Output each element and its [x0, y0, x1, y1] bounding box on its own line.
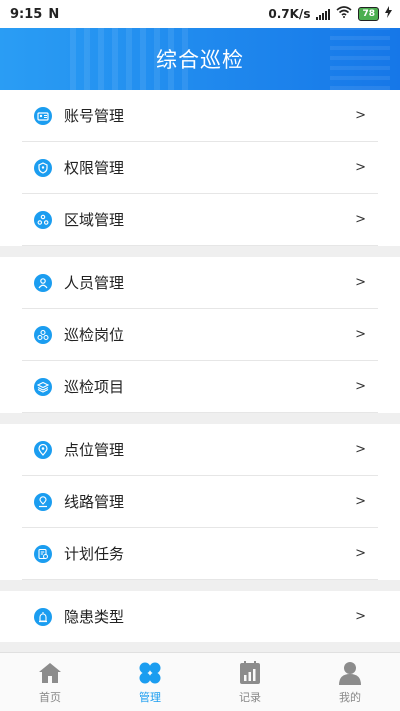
chevron-right-icon: >	[355, 327, 366, 342]
signal-icon	[316, 8, 331, 20]
permission-shield-icon	[34, 158, 52, 177]
menu-item-personnel[interactable]: 人员管理 >	[22, 257, 378, 309]
tab-label: 记录	[239, 690, 261, 704]
profile-icon	[337, 660, 363, 686]
location-pin-icon	[34, 440, 52, 459]
chevron-right-icon: >	[355, 275, 366, 290]
account-icon	[34, 106, 52, 125]
menu-item-permission[interactable]: 权限管理 >	[22, 142, 378, 194]
hazard-icon	[34, 607, 52, 626]
menu-item-hazard-type[interactable]: 隐患类型 >	[22, 591, 378, 642]
menu-group-2: 人员管理 > 巡检岗位 > 巡检项目 >	[0, 257, 400, 413]
status-left: 9:15 N	[10, 7, 59, 22]
menu-item-plan-task[interactable]: 计划任务 >	[22, 528, 378, 580]
menu-item-label: 人员管理	[64, 274, 125, 292]
menu-item-label: 区域管理	[64, 211, 125, 229]
chevron-right-icon: >	[355, 212, 366, 227]
records-icon	[237, 660, 263, 686]
route-icon	[34, 492, 52, 511]
chevron-right-icon: >	[355, 108, 366, 123]
status-right: 0.7K/s 78	[268, 6, 392, 22]
chevron-right-icon: >	[355, 160, 366, 175]
tab-manage[interactable]: 管理	[100, 653, 200, 711]
app-header: 综合巡检	[0, 28, 400, 90]
manage-grid-icon	[137, 660, 163, 686]
menu-list: 账号管理 > 权限管理 > 区域管理 > 人员管理 > 巡检岗位 > 巡检项目 …	[0, 90, 400, 642]
menu-item-label: 账号管理	[64, 107, 125, 125]
menu-item-project[interactable]: 巡检项目 >	[22, 361, 378, 413]
status-bar: 9:15 N 0.7K/s 78	[0, 0, 400, 28]
charging-icon	[385, 6, 392, 22]
area-icon	[34, 210, 52, 229]
person-icon	[34, 273, 52, 292]
bottom-tab-bar: 首页 管理 记录 我的	[0, 652, 400, 711]
plan-task-icon	[34, 544, 52, 563]
menu-item-route[interactable]: 线路管理 >	[22, 476, 378, 528]
menu-group-1: 账号管理 > 权限管理 > 区域管理 >	[0, 90, 400, 246]
chevron-right-icon: >	[355, 546, 366, 561]
notification-icon: N	[48, 6, 60, 22]
menu-group-3: 点位管理 > 线路管理 > 计划任务 >	[0, 424, 400, 580]
home-icon	[37, 660, 63, 686]
chevron-right-icon: >	[355, 494, 366, 509]
page-title: 综合巡检	[156, 48, 244, 72]
tab-label: 管理	[139, 690, 161, 704]
menu-item-label: 权限管理	[64, 159, 125, 177]
menu-item-label: 点位管理	[64, 441, 125, 459]
menu-item-label: 巡检项目	[64, 378, 125, 396]
project-layers-icon	[34, 377, 52, 396]
tab-label: 首页	[39, 690, 61, 704]
menu-item-label: 计划任务	[64, 545, 125, 563]
menu-group-4: 隐患类型 >	[0, 591, 400, 642]
menu-item-area[interactable]: 区域管理 >	[22, 194, 378, 246]
battery-icon: 78	[358, 7, 379, 21]
menu-item-location[interactable]: 点位管理 >	[22, 424, 378, 476]
chevron-right-icon: >	[355, 379, 366, 394]
post-icon	[34, 325, 52, 344]
menu-item-label: 巡检岗位	[64, 326, 125, 344]
tab-profile[interactable]: 我的	[300, 653, 400, 711]
menu-item-label: 隐患类型	[64, 608, 125, 626]
status-time: 9:15	[10, 6, 43, 22]
menu-item-label: 线路管理	[64, 493, 125, 511]
wifi-icon	[336, 6, 352, 22]
tab-label: 我的	[339, 690, 361, 704]
menu-item-post[interactable]: 巡检岗位 >	[22, 309, 378, 361]
tab-records[interactable]: 记录	[200, 653, 300, 711]
network-speed: 0.7K/s	[268, 7, 311, 21]
chevron-right-icon: >	[355, 442, 366, 457]
chevron-right-icon: >	[355, 609, 366, 624]
menu-item-account[interactable]: 账号管理 >	[22, 90, 378, 142]
tab-home[interactable]: 首页	[0, 653, 100, 711]
